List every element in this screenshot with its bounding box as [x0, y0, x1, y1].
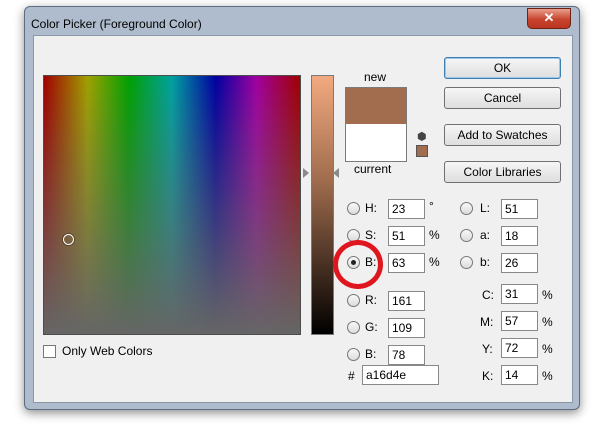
radio-green[interactable]: [347, 321, 360, 334]
yellow-input[interactable]: 72: [501, 338, 538, 358]
close-button[interactable]: ✕: [527, 8, 571, 29]
radio-red[interactable]: [347, 294, 360, 307]
color-field-overlay: [43, 75, 301, 335]
red-input[interactable]: 161: [388, 291, 425, 311]
hue-label: H:: [365, 201, 377, 215]
saturation-input[interactable]: 51: [388, 226, 425, 246]
saturation-label: S:: [365, 228, 377, 242]
black-label: K:: [482, 369, 494, 383]
cancel-button[interactable]: Cancel: [444, 87, 561, 109]
black-input[interactable]: 14: [501, 365, 538, 385]
slider-left-arrow-icon[interactable]: [303, 168, 309, 178]
add-to-swatches-button[interactable]: Add to Swatches: [444, 124, 561, 146]
a-input[interactable]: 18: [501, 226, 538, 246]
blue-input[interactable]: 78: [388, 345, 425, 365]
radio-hue[interactable]: [347, 202, 360, 215]
green-input[interactable]: 109: [388, 318, 425, 338]
only-web-colors-label: Only Web Colors: [62, 344, 153, 358]
lightness-label: L:: [480, 201, 491, 215]
black-unit: %: [542, 369, 553, 383]
new-color-swatch: [346, 88, 406, 124]
swatch-preview: [345, 87, 407, 162]
current-label: current: [354, 162, 392, 176]
red-label: R:: [365, 293, 377, 307]
cyan-unit: %: [542, 288, 553, 302]
hue-unit: °: [429, 199, 434, 213]
color-picker-window: Color Picker (Foreground Color) ✕ new cu…: [24, 6, 580, 410]
brightness-slider[interactable]: [311, 75, 334, 335]
slider-right-arrow-icon[interactable]: [333, 168, 339, 178]
blue-label: B:: [365, 347, 377, 361]
b-lab-input[interactable]: 26: [501, 253, 538, 273]
radio-a[interactable]: [460, 229, 473, 242]
color-field-marker[interactable]: [63, 234, 74, 245]
b-lab-label: b:: [480, 255, 491, 269]
color-libraries-button[interactable]: Color Libraries: [444, 161, 561, 183]
highlight-ring: [333, 240, 383, 289]
hue-input[interactable]: 23: [388, 199, 425, 219]
brightness-unit: %: [429, 255, 440, 269]
magenta-input[interactable]: 57: [501, 311, 538, 331]
cyan-label: C:: [482, 288, 494, 302]
only-web-colors-checkbox[interactable]: [43, 345, 56, 358]
radio-blue[interactable]: [347, 348, 360, 361]
yellow-unit: %: [542, 342, 553, 356]
yellow-label: Y:: [482, 342, 493, 356]
green-label: G:: [365, 320, 378, 334]
hex-label: #: [348, 369, 355, 383]
radio-lightness[interactable]: [460, 202, 473, 215]
hex-input[interactable]: a16d4e: [362, 365, 439, 385]
a-label: a:: [480, 228, 491, 242]
new-label: new: [364, 70, 387, 84]
current-color-swatch[interactable]: [346, 124, 406, 161]
web-safe-swatch[interactable]: [416, 145, 428, 157]
cyan-input[interactable]: 31: [501, 284, 538, 304]
lightness-input[interactable]: 51: [501, 199, 538, 219]
close-icon: ✕: [543, 10, 555, 25]
magenta-label: M:: [480, 315, 494, 329]
dialog-body: new current ⬢ OK Cancel Add to Swatches …: [33, 35, 573, 403]
ok-button[interactable]: OK: [444, 57, 561, 79]
window-title: Color Picker (Foreground Color): [31, 17, 202, 31]
magenta-unit: %: [542, 315, 553, 329]
saturation-unit: %: [429, 228, 440, 242]
brightness-input[interactable]: 63: [388, 253, 425, 273]
radio-b-lab[interactable]: [460, 256, 473, 269]
gamut-cube-icon[interactable]: ⬢: [417, 130, 427, 143]
